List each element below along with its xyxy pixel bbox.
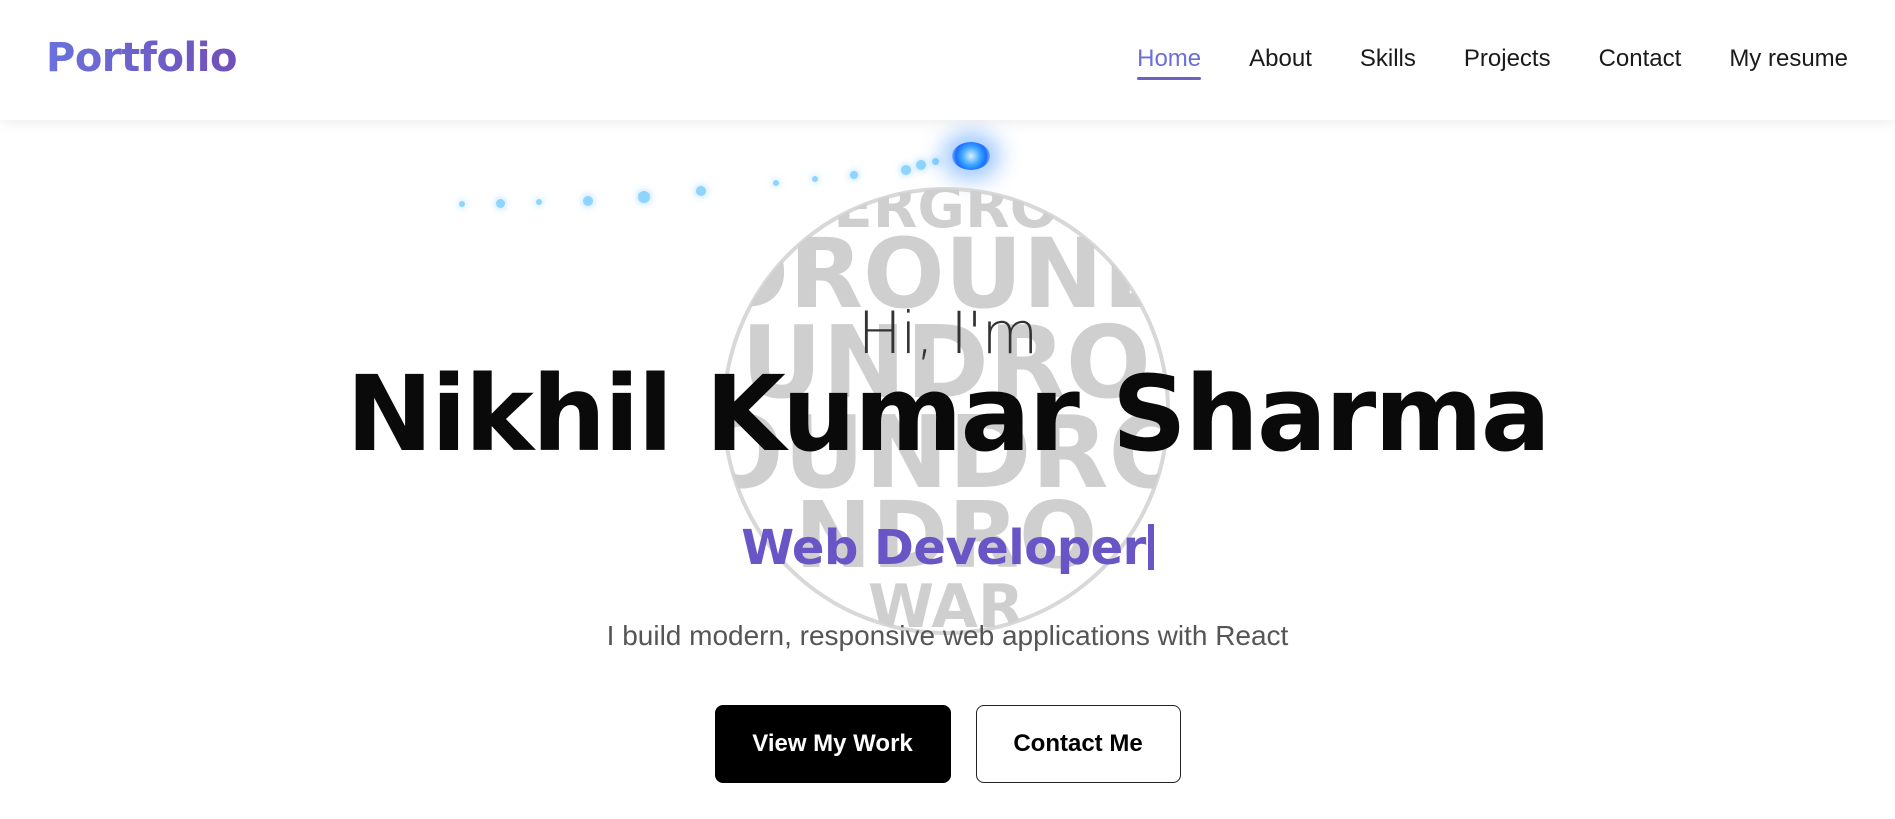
hero-role: Web Developer — [0, 518, 1895, 578]
name-first: Nikhil — [340, 360, 678, 468]
trail-dot — [773, 180, 779, 186]
navbar: Portfolio Home About Skills Projects Con… — [0, 0, 1895, 120]
name-first-text: Nikhil — [346, 353, 673, 475]
hero-section: UNDERGROUND DROUND UNDRO OUNDRO NDRO WAR… — [0, 120, 1895, 819]
trail-dot — [901, 165, 911, 175]
nav-link-projects[interactable]: Projects — [1464, 44, 1551, 80]
name-last-text: Sharma — [1111, 353, 1551, 475]
globe-text-line: UNDERGROUND — [722, 187, 1170, 241]
cta-buttons: View My Work Contact Me — [0, 705, 1895, 783]
brand-logo[interactable]: Portfolio — [46, 34, 237, 82]
nav-link-resume[interactable]: My resume — [1729, 44, 1848, 80]
trail-dot — [638, 191, 650, 203]
role-text: Web Developer — [741, 520, 1146, 576]
nav-link-about[interactable]: About — [1249, 44, 1312, 80]
nav-link-contact[interactable]: Contact — [1599, 44, 1682, 80]
trail-dot — [536, 199, 542, 205]
contact-me-button[interactable]: Contact Me — [975, 705, 1181, 783]
hero-tagline: I build modern, responsive web applicati… — [606, 620, 1289, 651]
trail-dot — [932, 158, 939, 165]
name-last: Sharma — [1105, 360, 1555, 468]
hero-name: Nikhil Kumar Sharma — [0, 360, 1895, 468]
comet-icon — [952, 142, 990, 170]
typing-caret — [1147, 524, 1154, 570]
trail-dot — [459, 201, 465, 207]
trail-dot — [696, 186, 706, 196]
view-work-button[interactable]: View My Work — [714, 705, 951, 783]
trail-dot — [583, 196, 593, 206]
name-middle: Kumar — [699, 360, 1084, 468]
trail-dot — [850, 171, 858, 179]
nav-link-skills[interactable]: Skills — [1360, 44, 1416, 80]
comet-trail — [0, 120, 1895, 240]
trail-dot — [916, 160, 926, 170]
trail-dot — [496, 199, 505, 208]
trail-dot — [812, 176, 818, 182]
nav-links: Home About Skills Projects Contact My re… — [1137, 44, 1848, 80]
nav-link-home[interactable]: Home — [1137, 44, 1202, 80]
name-middle-text: Kumar — [705, 353, 1080, 475]
